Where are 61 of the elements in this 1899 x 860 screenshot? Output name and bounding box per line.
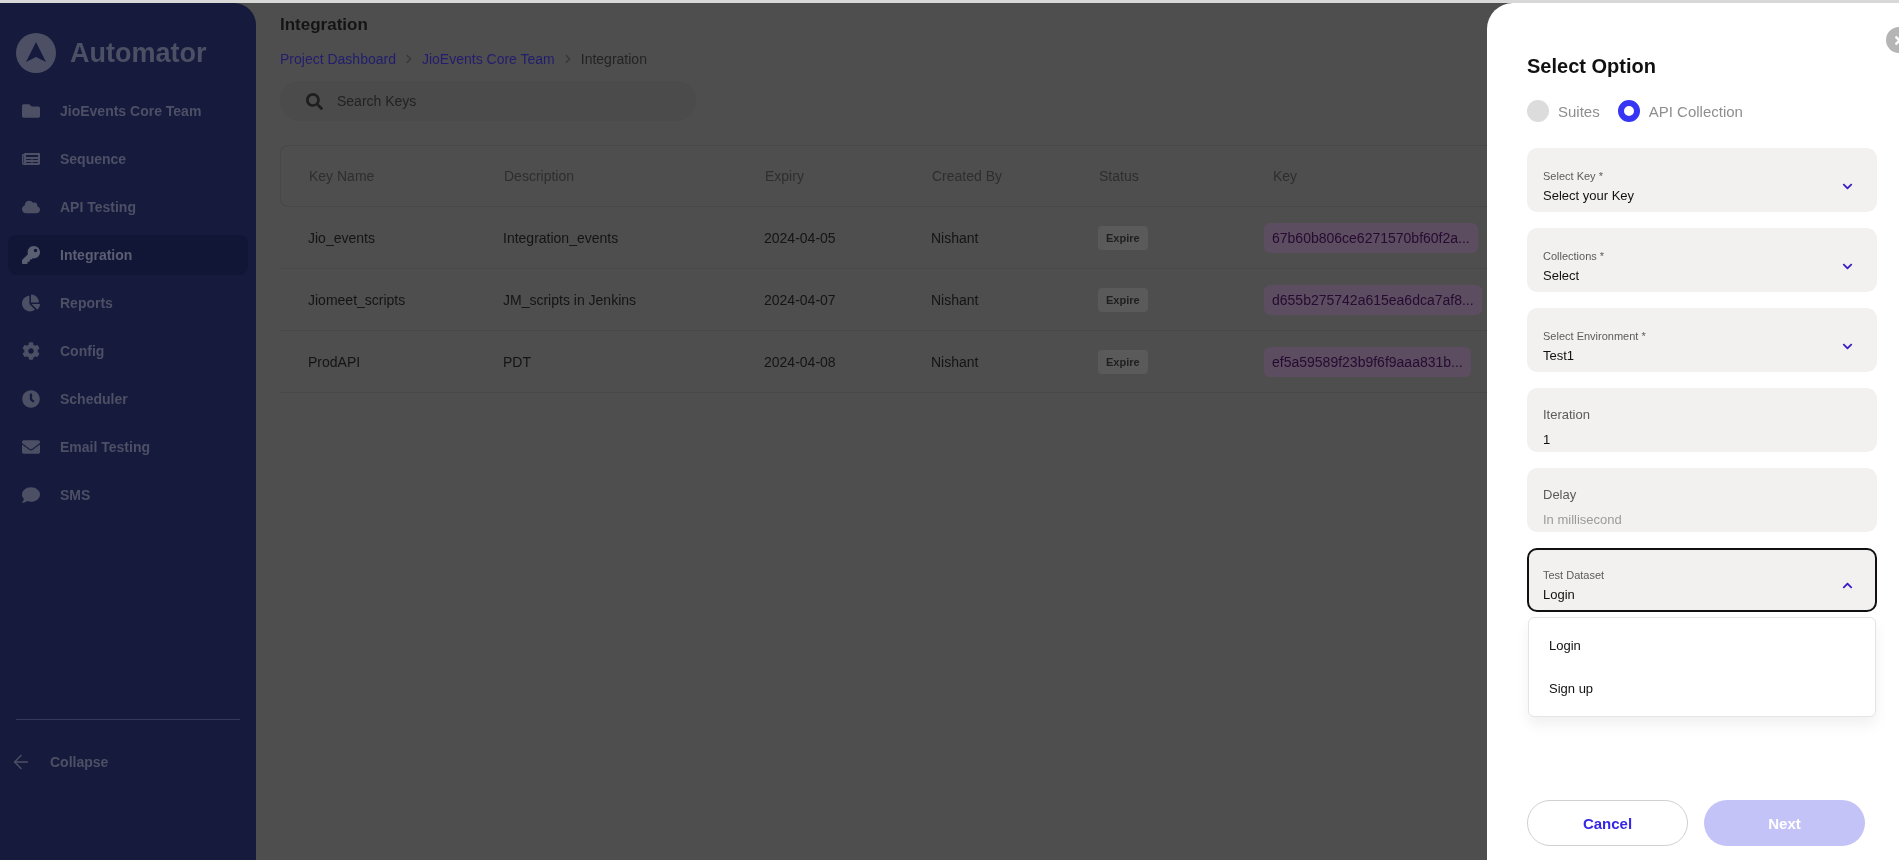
clock-icon: [22, 390, 40, 408]
radio-option[interactable]: API Collection: [1617, 100, 1743, 122]
select-field[interactable]: Test Dataset Login: [1527, 548, 1877, 612]
menu-item[interactable]: Sign up: [1529, 667, 1875, 710]
field-value: Test1: [1543, 348, 1576, 363]
status-badge: Expire: [1098, 349, 1148, 374]
logo-icon: [16, 33, 56, 73]
menu-item[interactable]: Login: [1529, 624, 1875, 667]
table-cell-text: Jio_events: [308, 229, 376, 246]
table-cell-text: Nishant: [931, 353, 980, 370]
pie-chart-icon: [22, 294, 40, 312]
table-cell-text: Nishant: [931, 291, 980, 308]
field-value: Select your Key: [1543, 188, 1636, 203]
field-placeholder: In millisecond: [1543, 511, 1623, 527]
sidebar-item[interactable]: Integration: [8, 235, 248, 275]
table-cell-text: JM_scripts in Jenkins: [503, 291, 638, 308]
radio-button[interactable]: [1617, 100, 1640, 122]
cancel-button[interactable]: Cancel: [1527, 800, 1688, 846]
status-badge: Expire: [1098, 287, 1148, 312]
table-cell-text: Integration_events: [503, 229, 620, 246]
table-cell-text: 2024-04-07: [764, 291, 837, 308]
folder-icon: [22, 102, 40, 120]
field-label: Iteration: [1543, 406, 1591, 422]
table-cell-text: 2024-04-05: [764, 229, 837, 246]
table-cell-text: 2024-04-08: [764, 353, 837, 370]
document-icon: [22, 150, 40, 168]
field-label: Collections *: [1543, 250, 1606, 262]
select-field[interactable]: Select Key * Select your Key: [1527, 148, 1877, 212]
select-field[interactable]: Collections * Select: [1527, 228, 1877, 292]
field-value: 1: [1543, 431, 1552, 447]
cloud-icon: [22, 198, 40, 216]
key-value: d655b275742a615ea6dca7af8...: [1264, 284, 1482, 315]
chevron-down-icon: [1842, 261, 1853, 272]
table-cell-text: Jiomeet_scripts: [308, 291, 407, 308]
select-field[interactable]: Select Environment * Test1: [1527, 308, 1877, 372]
chat-bubble-icon: [22, 486, 40, 504]
key-value: ef5a59589f23b9f6f9aaa831b...: [1264, 346, 1471, 377]
field-label: Select Environment *: [1543, 330, 1647, 342]
table-cell-text: ProdAPI: [308, 353, 362, 370]
key-value: 67b60b806ce6271570bf60f2a...: [1264, 222, 1478, 253]
table-cell-text: PDT: [503, 353, 532, 370]
field-label: Delay: [1543, 486, 1578, 502]
key-icon: [22, 246, 40, 264]
settings-icon: [22, 342, 40, 360]
chevron-up-icon: [1842, 580, 1853, 591]
search-icon: [306, 92, 323, 110]
radio-button[interactable]: [1527, 100, 1549, 122]
field-value: Login: [1543, 587, 1576, 602]
field-value: Select: [1543, 268, 1581, 283]
drawer-title: Select Option: [1527, 55, 1657, 78]
page-title: Integration: [280, 15, 369, 35]
chevron-down-icon: [1842, 181, 1853, 192]
chevron-down-icon: [1842, 341, 1853, 352]
input-field[interactable]: Iteration 1: [1527, 388, 1877, 452]
status-badge: Expire: [1098, 225, 1148, 250]
field-label: Test Dataset: [1543, 569, 1606, 581]
input-field[interactable]: Delay In millisecond: [1527, 468, 1877, 532]
radio-option[interactable]: Suites: [1527, 100, 1600, 122]
table-cell-text: Nishant: [931, 229, 980, 246]
mail-icon: [22, 438, 40, 456]
field-label: Select Key *: [1543, 170, 1604, 182]
